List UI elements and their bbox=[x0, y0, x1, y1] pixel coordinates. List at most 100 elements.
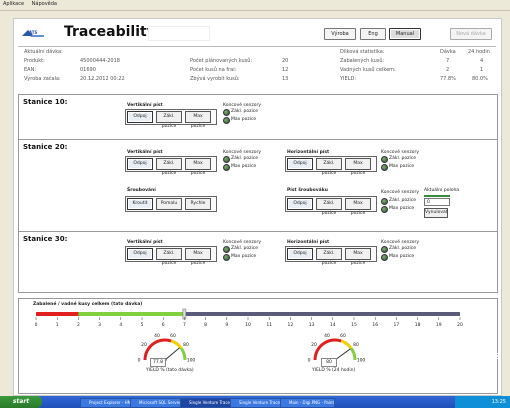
s20-kroutit-button[interactable]: Kroutit bbox=[127, 198, 153, 210]
vyroba-zacala-label: Výroba začala: bbox=[24, 76, 61, 82]
gauge-needle bbox=[334, 348, 351, 361]
s10-zakl-button[interactable]: Zákl. pozice bbox=[156, 111, 182, 129]
s20-p-max-led-label: Max pozice bbox=[389, 206, 415, 211]
menu-item-aplikace[interactable]: Aplikace bbox=[0, 0, 27, 8]
s30-h-koncove-label: Koncové senzory bbox=[381, 240, 420, 245]
gauge-tick-label: 60 bbox=[170, 333, 176, 339]
s10-max-led bbox=[223, 117, 230, 124]
aktualni-poloha-field[interactable]: 0 bbox=[424, 198, 450, 206]
task-sql-server[interactable]: Microsoft SQL Server ... bbox=[130, 398, 185, 408]
bar-tick-label: 15 bbox=[351, 322, 357, 328]
bar-tick-label: 8 bbox=[204, 322, 207, 328]
vyroba-button[interactable]: Výroba bbox=[324, 28, 356, 40]
gauge-arc bbox=[179, 347, 187, 361]
vynulovat-button[interactable]: Vynulovat bbox=[424, 208, 448, 218]
task-paint[interactable]: Main - Digi.PNG - Paint bbox=[280, 398, 335, 408]
info-section: Aktuální dávka: Produkt: 45000444-2018 E… bbox=[18, 46, 496, 96]
s30-h-zakl-led bbox=[381, 246, 388, 253]
title-input[interactable] bbox=[148, 26, 210, 41]
s30-v-odpoj-button[interactable]: Odpoj bbox=[127, 248, 153, 260]
yield-davka: 77.8% bbox=[440, 76, 456, 82]
s20-h-koncove-label: Koncové senzory bbox=[381, 150, 420, 155]
s20-p-odpoj-button[interactable]: Odpoj bbox=[287, 198, 313, 210]
bar-tick-label: 13 bbox=[309, 322, 315, 328]
s10-vertikalni-label: Vertikální píst bbox=[127, 103, 163, 108]
s20-v-odpoj-button[interactable]: Odpoj bbox=[127, 158, 153, 170]
s20-v-zakl-button[interactable]: Zákl. pozice bbox=[156, 158, 182, 176]
s30-h-max-button[interactable]: Max pozice bbox=[345, 248, 371, 266]
zabalene-label: Zabalených kusů: bbox=[340, 58, 385, 64]
s30-horizontalni-label: Horizontální píst bbox=[287, 240, 330, 245]
aktualni-poloha-bar bbox=[424, 195, 450, 197]
svg-text:ATS: ATS bbox=[29, 30, 38, 35]
s30-v-zakl-button[interactable]: Zákl. pozice bbox=[156, 248, 182, 266]
aktualni-poloha-label: Aktuální poloha bbox=[424, 188, 460, 193]
manual-button[interactable]: Manual bbox=[389, 28, 421, 40]
task-traceability-2[interactable]: Single Venture Tracea... bbox=[230, 398, 285, 408]
gauge-tick-label: 0 bbox=[138, 358, 141, 364]
bar-tick-label: 16 bbox=[372, 322, 378, 328]
bar-tick-label: 17 bbox=[394, 322, 400, 328]
zabalene-24h: 4 bbox=[480, 58, 484, 64]
s30-h-odpoj-button[interactable]: Odpoj bbox=[287, 248, 313, 260]
s20-v-max-button[interactable]: Max pozice bbox=[185, 158, 211, 176]
s30-v-koncove-label: Koncové senzory bbox=[223, 240, 262, 245]
vyroba-zacala-value: 20.12.2012 00:22 bbox=[80, 76, 125, 82]
menu-bar: Aplikace Nápověda bbox=[0, 0, 510, 11]
gauge-arc bbox=[349, 347, 357, 361]
zbyva-vyrobit-value: 13 bbox=[282, 76, 289, 82]
page-title: Traceability bbox=[64, 24, 156, 40]
gauge-tick-label: 0 bbox=[308, 358, 311, 364]
s20-sroubovani-label: Šroubování bbox=[127, 188, 156, 193]
kusy-frai-label: Počet kusů na frai: bbox=[190, 67, 237, 73]
s30-v-max-led bbox=[223, 254, 230, 261]
s10-koncove-label: Koncové senzory bbox=[223, 103, 262, 108]
bar-tick-label: 0 bbox=[35, 322, 38, 328]
progress-bar-group: 0 1 2 3 4 5 6 7 8 9 10 11 12 13 14 15 16 17 18 19 20 bbox=[35, 308, 463, 328]
s10-max-button[interactable]: Max pozice bbox=[185, 111, 211, 129]
bar-tick-label: 11 bbox=[266, 322, 272, 328]
s10-zakl-led-label: Zákl. pozice bbox=[231, 109, 259, 114]
station-30-title: Stanice 30: bbox=[23, 235, 68, 243]
s10-max-led-label: Max pozice bbox=[231, 117, 257, 122]
s20-v-koncove-label: Koncové senzory bbox=[223, 150, 262, 155]
bar-tick-label: 10 bbox=[245, 322, 251, 328]
s20-rychle-button[interactable]: Rychle bbox=[185, 198, 211, 210]
stats-col-davka: Dávka bbox=[440, 49, 456, 55]
start-button[interactable]: start bbox=[0, 396, 42, 408]
s30-v-max-button[interactable]: Max pozice bbox=[185, 248, 211, 266]
bar-tick-label: 2 bbox=[77, 322, 80, 328]
s20-p-zakl-button[interactable]: Zákl. pozice bbox=[316, 198, 342, 216]
task-traceability-1[interactable]: Single Venture Tracea... bbox=[180, 398, 235, 408]
s20-pomalu-button[interactable]: Pomalu bbox=[156, 198, 182, 210]
gauge-arc bbox=[143, 338, 172, 361]
bar-tick-label: 9 bbox=[225, 322, 228, 328]
zbyva-vyrobit-label: Zbývá vyrobit kusů: bbox=[190, 76, 240, 82]
gauge-tick-label: 20 bbox=[311, 342, 317, 348]
summary-graphics: 0 1 2 3 4 5 6 7 8 9 10 11 12 13 14 15 16 17 18 19 20 02040 60… bbox=[35, 308, 463, 364]
s10-odpoj-button[interactable]: Odpoj bbox=[127, 111, 153, 123]
s20-h-max-button[interactable]: Max pozice bbox=[345, 158, 371, 176]
yield-label: YIELD: bbox=[340, 76, 357, 82]
s30-h-zakl-button[interactable]: Zákl. pozice bbox=[316, 248, 342, 266]
stats-col-24h: 24 hodin bbox=[468, 49, 490, 55]
ean-value: 01690 bbox=[80, 67, 96, 73]
s20-h-zakl-button[interactable]: Zákl. pozice bbox=[316, 158, 342, 176]
station-20-title: Stanice 20: bbox=[23, 143, 68, 151]
s20-v-zakl-led-label: Zákl. pozice bbox=[231, 156, 259, 161]
s20-p-max-button[interactable]: Max pozice bbox=[345, 198, 371, 216]
menu-item-napoveda[interactable]: Nápověda bbox=[29, 0, 60, 8]
eng-button[interactable]: Eng bbox=[360, 28, 386, 40]
station-10-title: Stanice 10: bbox=[23, 98, 68, 106]
ean-label: EAN: bbox=[24, 67, 37, 73]
s20-h-odpoj-button[interactable]: Odpoj bbox=[287, 158, 313, 170]
s30-v-zakl-led-label: Zákl. pozice bbox=[231, 246, 259, 251]
bar-defects bbox=[36, 312, 79, 316]
bar-tick-label: 18 bbox=[415, 322, 421, 328]
yield-24h: 80.0% bbox=[472, 76, 488, 82]
nova-davka-button[interactable]: Nová dávka bbox=[450, 28, 492, 40]
bar-tick-label: 14 bbox=[330, 322, 336, 328]
s30-v-zakl-led bbox=[223, 246, 230, 253]
task-project-explorer[interactable]: Project Explorer - HM... bbox=[80, 398, 135, 408]
s30-h-max-led-label: Max pozice bbox=[389, 254, 415, 259]
